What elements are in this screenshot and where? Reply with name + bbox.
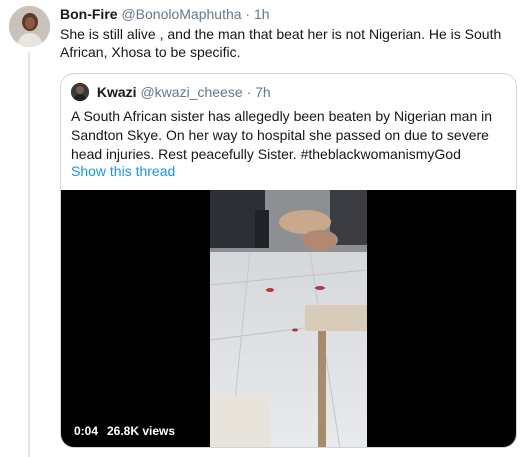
quoted-tweet[interactable]: Kwazi @kwazi_cheese · 7h A South African… xyxy=(60,73,517,448)
video-duration-badge: 0:04 xyxy=(69,422,104,440)
quote-header: Kwazi @kwazi_cheese · 7h xyxy=(71,83,271,101)
tweet[interactable]: Bon-Fire @BonoloMaphutha · 1h She is sti… xyxy=(0,0,532,457)
quote-author-handle[interactable]: @kwazi_cheese xyxy=(140,84,242,100)
meta-separator: · xyxy=(245,6,251,22)
tweet-time[interactable]: 1h xyxy=(254,6,270,22)
quote-author-name[interactable]: Kwazi xyxy=(97,84,137,100)
author-handle[interactable]: @BonoloMaphutha xyxy=(121,6,241,22)
author-avatar[interactable] xyxy=(9,6,50,47)
tweet-header: Bon-Fire @BonoloMaphutha · 1h xyxy=(60,6,270,22)
author-name[interactable]: Bon-Fire xyxy=(60,6,118,22)
tweet-text: She is still alive , and the man that be… xyxy=(60,26,502,60)
quote-time[interactable]: 7h xyxy=(255,84,271,100)
video-player[interactable]: 0:04 26.8K views xyxy=(61,190,516,447)
video-thumbnail xyxy=(210,190,367,447)
quote-author-avatar[interactable] xyxy=(71,83,89,101)
video-views-badge: 26.8K views xyxy=(102,422,181,440)
quote-text: A South African sister has allegedly bee… xyxy=(71,108,493,162)
show-thread-link[interactable]: Show this thread xyxy=(71,163,175,179)
thread-line xyxy=(28,52,30,457)
quote-meta-separator: · xyxy=(246,84,252,100)
